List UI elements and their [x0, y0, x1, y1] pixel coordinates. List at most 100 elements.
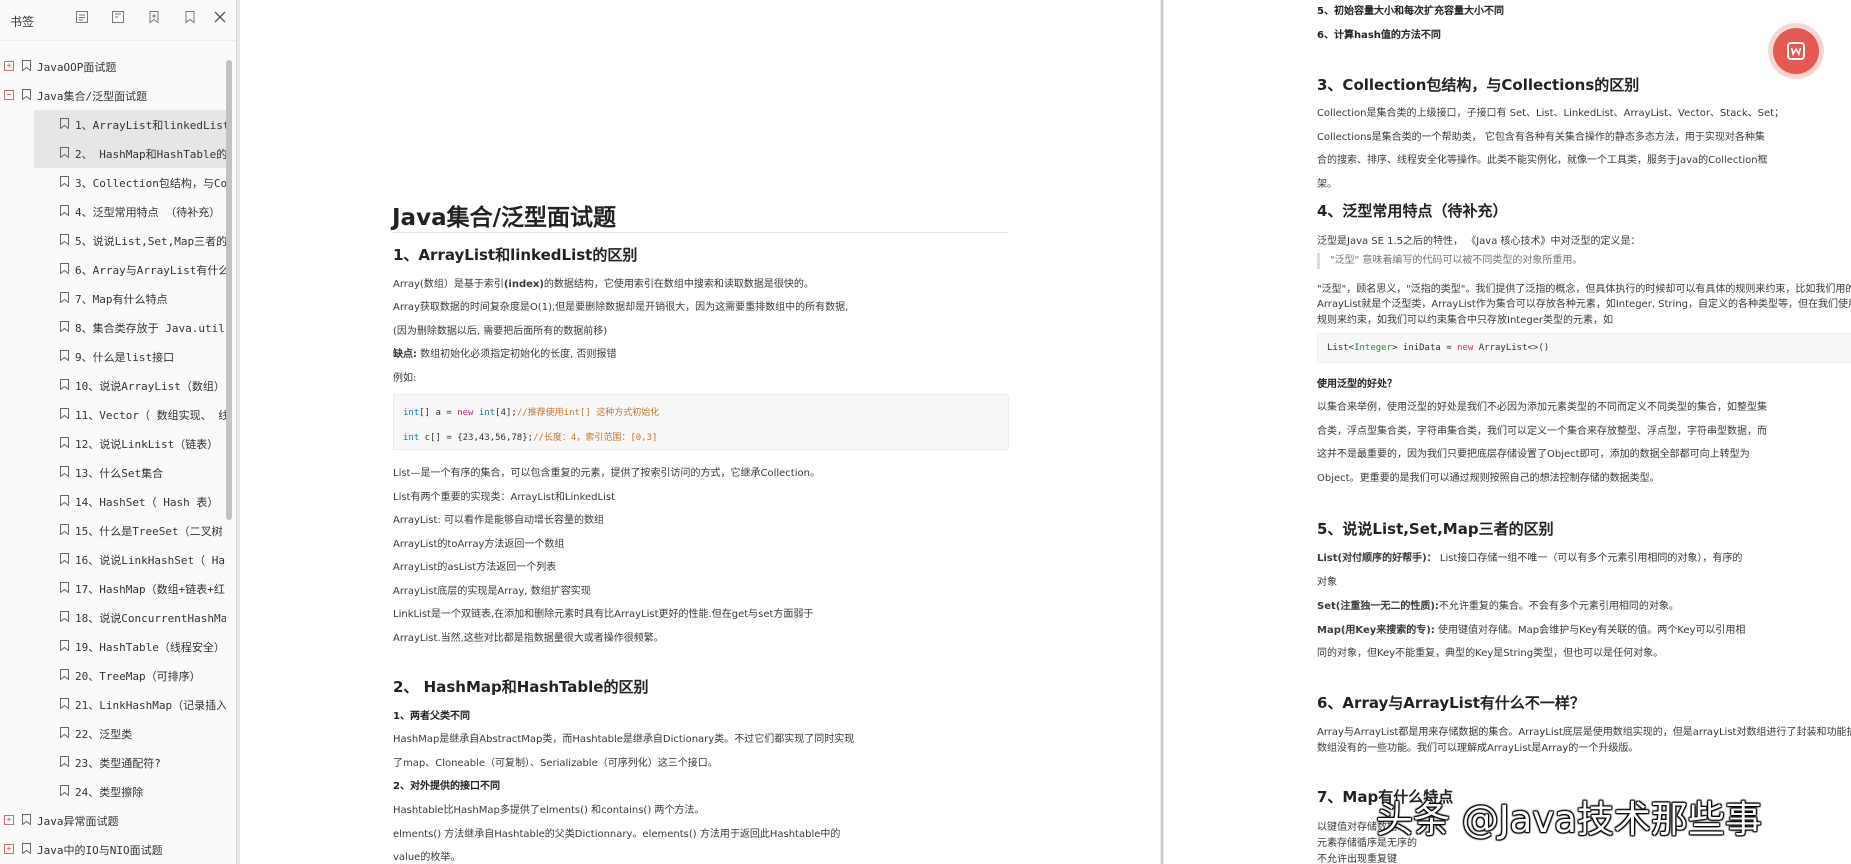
bookmark-item[interactable]: 16、说说LinkHashSet（ Hash [0, 545, 226, 574]
bookmark-item[interactable]: 19、HashTable（线程安全） [0, 632, 226, 661]
bookmark-flag-icon [60, 408, 69, 419]
paragraph-line: Object。更重要的是我们可以通过规则按照自己的想法控制存储的数据类型。 [1317, 472, 1660, 484]
paragraph: 例如: [393, 373, 417, 384]
add-bookmark-icon[interactable] [146, 10, 162, 26]
bookmark-item[interactable]: 18、说说ConcurrentHashMap [0, 603, 226, 632]
paragraph-line: LinkList是一个双链表,在添加和删除元素时具有比ArrayList更好的性… [393, 609, 814, 620]
paragraph: Set(注重独一无二的性质):不允许重复的集合。不会有多个元素引用相同的对象。 [1317, 601, 1679, 612]
bookmark-group[interactable]: − Java集合/泛型面试题 [0, 81, 226, 110]
bookmark-item[interactable]: 20、TreeMap（可排序） [0, 661, 226, 690]
bookmark-item[interactable]: 15、什么是TreeSet（二叉树 [0, 516, 226, 545]
bookmark-item[interactable]: 14、HashSet（ Hash 表） [0, 487, 226, 516]
paragraph: HashMap是继承自AbstractMap类，而Hashtable是继承自Di… [393, 734, 855, 745]
bookmark-label: Java异常面试题 [37, 815, 119, 828]
bookmark-label: 3、Collection包结构，与Col [75, 177, 226, 190]
paragraph-line: ArrayList的toArray方法返回一个数组 [393, 538, 565, 550]
code-block: List<Integer> iniData = new ArrayList<>(… [1317, 333, 1851, 363]
bookmark-flag-icon [60, 205, 69, 216]
bookmark-item[interactable]: 4、泛型常用特点 （待补充） [0, 197, 226, 226]
paragraph: 规则来约束，如我们可以约束集合中只存放Integer类型的元素，如 [1317, 315, 1613, 326]
bookmark-panel-title: 书签 [10, 15, 35, 29]
bookmark-item[interactable]: 6、Array与ArrayList有什么 [0, 255, 226, 284]
bookmark-item[interactable]: 21、LinkHashMap（记录插入 [0, 690, 226, 719]
bookmark-flag-icon [60, 466, 69, 477]
section-heading-5: 5、说说List,Set,Map三者的区别 [1317, 520, 1554, 538]
bookmark-item[interactable]: 22、泛型类 [0, 719, 226, 748]
expand-icon[interactable]: + [4, 61, 14, 71]
watermark-text: 头条 @Java技术那些事 [1376, 798, 1762, 841]
subheading: 1、两者父类不同 [393, 711, 470, 722]
code-line: int[] a = new int[4];//推荐使用int[] 这种方式初始化 [403, 408, 660, 418]
bookmark-label: 16、说说LinkHashSet（ Hash [75, 554, 226, 567]
bookmark-item[interactable]: 5、说说List,Set,Map三者的[ [0, 226, 226, 255]
bookmark-item[interactable]: 12、说说LinkList（链表） [0, 429, 226, 458]
bookmark-label: 10、说说ArrayList（数组） [75, 380, 225, 393]
paragraph: 了map、Cloneable（可复制）、Serializable（可序列化）这三… [393, 758, 718, 769]
bookmark-label: 5、说说List,Set,Map三者的[ [75, 235, 226, 248]
expand-icon[interactable]: + [4, 844, 14, 854]
bookmark-flag-icon [60, 118, 69, 129]
expand-all-icon[interactable] [74, 10, 90, 26]
floating-app-button[interactable] [1773, 28, 1819, 74]
paragraph: Array(数组）是基于索引(index)的数据结构，它使用索引在数组中搜索和读… [393, 279, 814, 290]
paragraph-line: Collection是集合类的上级接口，子接口有 Set、List、Linked… [1317, 108, 1785, 119]
bookmark-item[interactable]: 2、 HashMap和HashTable的区 [34, 139, 226, 168]
bookmark-label: 9、什么是list接口 [75, 351, 175, 364]
paragraph-line: 架。 [1317, 178, 1337, 190]
page-gap [1161, 0, 1163, 864]
code-line: List<Integer> iniData = new ArrayList<>(… [1327, 343, 1550, 353]
bookmark-flag-icon [60, 379, 69, 390]
collapse-icon[interactable]: − [4, 90, 14, 100]
quote-block: "泛型" 意味着编写的代码可以被不同类型的对象所重用。 [1317, 253, 1582, 269]
bookmark-flag-icon [60, 147, 69, 158]
bookmark-flag-icon [60, 785, 69, 796]
collapse-all-icon[interactable] [110, 10, 126, 26]
subheading: 使用泛型的好处？ [1317, 379, 1397, 390]
bookmark-group[interactable]: + Java中的IO与NIO面试题 [0, 835, 226, 864]
paragraph-line: List有两个重要的实现类：ArrayList和LinkedList [393, 491, 615, 503]
bookmark-item[interactable]: 3、Collection包结构，与Col [0, 168, 226, 197]
bookmark-item[interactable]: 24、类型擦除 [0, 777, 226, 806]
bookmark-item[interactable]: 13、什么Set集合 [0, 458, 226, 487]
bookmark-label: 23、类型通配符? [75, 757, 161, 770]
paragraph: Hashtable比HashMap多提供了elments() 和contains… [393, 805, 705, 816]
paragraph-line: Collections是集合类的一个帮助类， 它包含有各种有关集合操作的静态多态… [1317, 131, 1765, 143]
bookmark-label: 8、集合类存放于 Java.util [75, 322, 225, 335]
bookmark-label: 6、Array与ArrayList有什么 [75, 264, 226, 277]
bookmark-label: 15、什么是TreeSet（二叉树 [75, 525, 223, 538]
bookmark-flag-icon [60, 698, 69, 709]
paragraph: 不允许出现重复键 [1317, 854, 1397, 864]
bookmark-item[interactable]: 17、HashMap（数组+链表+红 [0, 574, 226, 603]
bookmark-label: 2、 HashMap和HashTable的区 [75, 148, 226, 161]
bookmark-item[interactable]: 1、ArrayList和linkedList的 [34, 110, 226, 139]
bookmark-flag-icon [22, 60, 31, 71]
paragraph: 数组没有的一些功能。我们可以理解成ArrayList是Array的一个升级版。 [1317, 743, 1639, 754]
paragraph: value的枚举。 [393, 852, 461, 863]
bookmark-item[interactable]: 11、Vector（ 数组实现、 线 [0, 400, 226, 429]
section-heading-3: 3、Collection包结构，与Collections的区别 [1317, 76, 1640, 94]
bookmark-item[interactable]: 7、Map有什么特点 [0, 284, 226, 313]
paragraph-line: 这并不是最重要的，因为我们只要把底层存储设置了Object即可，添加的数据全部都… [1317, 449, 1750, 460]
bookmark-flag-icon [60, 176, 69, 187]
paragraph-line: 以集合来举例，使用泛型的好处是我们不必因为添加元素类型的不同而定义不同类型的集合… [1317, 402, 1767, 413]
expand-icon[interactable]: + [4, 815, 14, 825]
bookmark-group[interactable]: + Java异常面试题 [0, 806, 226, 835]
bookmark-icon[interactable] [182, 10, 198, 26]
document-page-left: Java集合/泛型面试题 1、ArrayList和linkedList的区别 A… [240, 0, 1160, 864]
page-title: Java集合/泛型面试题 [392, 205, 616, 231]
bookmark-item[interactable]: 10、说说ArrayList（数组） [0, 371, 226, 400]
bookmark-label: 17、HashMap（数组+链表+红 [75, 583, 225, 596]
sidebar-scrollbar[interactable] [226, 60, 232, 520]
code-line: int c[] = {23,43,56,78};//长度：4，索引范围：[0,3… [403, 433, 658, 443]
bookmark-item[interactable]: 23、类型通配符? [0, 748, 226, 777]
bookmark-group[interactable]: + JavaOOP面试题 [0, 52, 226, 81]
bookmark-flag-icon [60, 727, 69, 738]
paragraph: 缺点: 数组初始化必须指定初始化的长度, 否则报错 [393, 349, 617, 360]
bookmark-label: 7、Map有什么特点 [75, 293, 168, 306]
close-icon[interactable] [212, 10, 228, 26]
bookmark-flag-icon [60, 756, 69, 767]
bookmark-label: 21、LinkHashMap（记录插入 [75, 699, 226, 712]
bookmark-item[interactable]: 8、集合类存放于 Java.util [0, 313, 226, 342]
bookmark-item[interactable]: 9、什么是list接口 [0, 342, 226, 371]
code-block: int[] a = new int[4];//推荐使用int[] 这种方式初始化… [393, 394, 1009, 450]
